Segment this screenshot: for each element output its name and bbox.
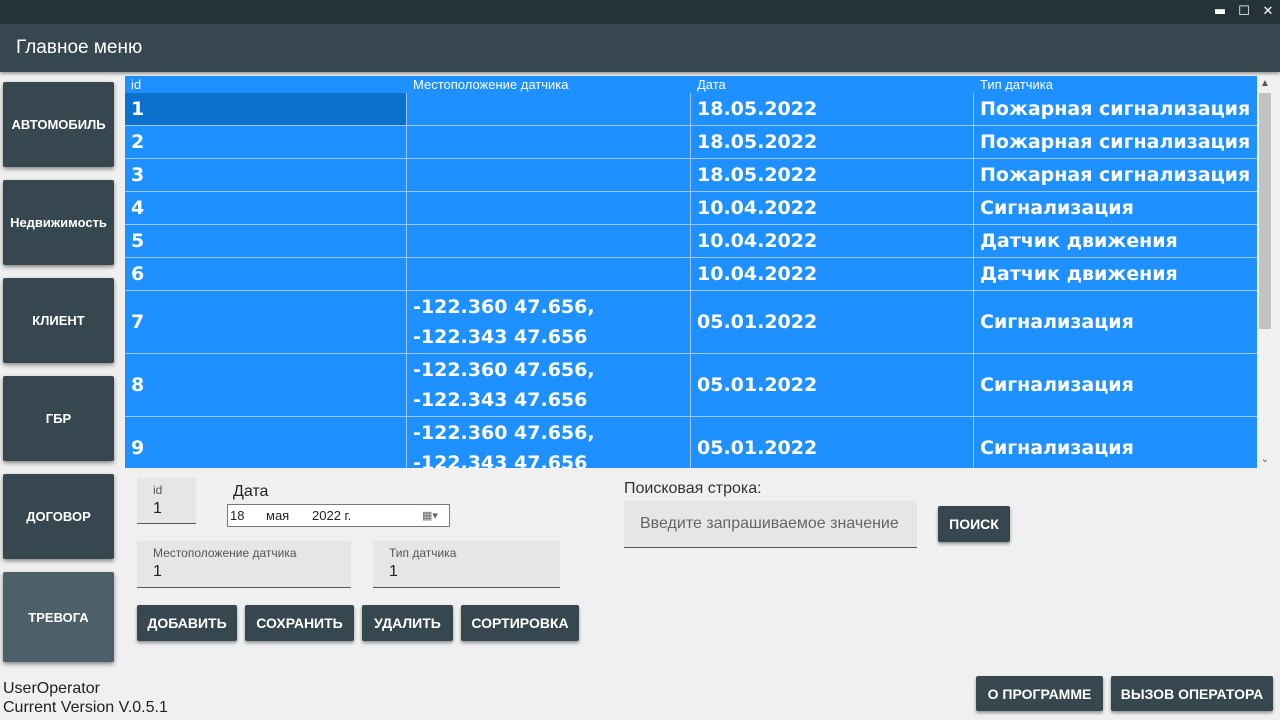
location-field-label: Местоположение датчика [153, 546, 297, 560]
cell-location[interactable]: -122.360 47.656, -122.343 47.656 [407, 291, 691, 353]
calendar-dropdown-icon[interactable]: ▦▾ [422, 510, 442, 523]
cell-type[interactable]: Сигнализация [974, 354, 1257, 416]
cell-id[interactable]: 3 [125, 159, 407, 191]
table-row[interactable]: 2 18.05.2022 Пожарная сигнализация [125, 126, 1257, 159]
table-row[interactable]: 4 10.04.2022 Сигнализация [125, 192, 1257, 225]
column-header-location[interactable]: Местоположение датчика [413, 77, 568, 92]
save-button[interactable]: СОХРАНИТЬ [245, 605, 354, 641]
delete-button[interactable]: УДАЛИТЬ [362, 605, 453, 641]
cell-type[interactable]: Датчик движения [974, 258, 1257, 290]
page-title: Главное меню [16, 37, 143, 58]
column-header-id[interactable]: id [131, 77, 141, 92]
cell-id[interactable]: 2 [125, 126, 407, 158]
cell-type[interactable]: Пожарная сигнализация [974, 159, 1257, 191]
id-field-value[interactable]: 1 [153, 500, 162, 518]
id-field-label: id [153, 483, 163, 497]
version-label: Current Version V.0.5.1 [3, 699, 168, 716]
scroll-down-icon[interactable]: ⌄ [1257, 452, 1273, 468]
scrollbar-thumb[interactable] [1259, 93, 1271, 329]
minimize-icon[interactable]: ▬ [1209, 2, 1231, 22]
add-button[interactable]: ДОБАВИТЬ [137, 605, 237, 641]
sidebar-item-car[interactable]: АВТОМОБИЛЬ [3, 82, 114, 167]
table-row[interactable]: 6 10.04.2022 Датчик движения [125, 258, 1257, 291]
sidebar-item-contract[interactable]: ДОГОВОР [3, 474, 114, 559]
app-bar: Главное меню [0, 24, 1280, 72]
data-grid: id Местоположение датчика Дата Тип датчи… [125, 76, 1257, 468]
cell-id[interactable]: 9 [125, 417, 407, 468]
cell-location[interactable] [407, 159, 691, 191]
cell-location[interactable]: -122.360 47.656, -122.343 47.656 [407, 417, 691, 468]
scroll-up-icon[interactable]: ▲ [1257, 76, 1273, 92]
cell-date[interactable]: 10.04.2022 [691, 225, 974, 257]
sensor-type-field[interactable]: Тип датчика 1 [373, 541, 560, 588]
close-icon[interactable]: ✕ [1257, 2, 1279, 22]
cell-id[interactable]: 4 [125, 192, 407, 224]
maximize-icon[interactable]: ☐ [1233, 2, 1255, 22]
location-field-value[interactable]: 1 [153, 563, 162, 581]
id-field[interactable]: id 1 [137, 478, 196, 524]
sidebar-item-gbr[interactable]: ГБР [3, 376, 114, 461]
location-field[interactable]: Местоположение датчика 1 [137, 541, 351, 588]
sensor-type-field-value[interactable]: 1 [389, 563, 398, 581]
date-picker[interactable]: 18 мая 2022 г. ▦▾ [227, 504, 450, 527]
cell-id[interactable]: 7 [125, 291, 407, 353]
date-label: Дата [233, 483, 269, 500]
cell-type[interactable]: Пожарная сигнализация [974, 126, 1257, 158]
sort-button[interactable]: СОРТИРОВКА [461, 605, 579, 641]
window-titlebar: ▬ ☐ ✕ [0, 0, 1280, 24]
table-row[interactable]: 8 -122.360 47.656, -122.343 47.656 05.01… [125, 354, 1257, 417]
cell-type[interactable]: Пожарная сигнализация [974, 93, 1257, 125]
date-day[interactable]: 18 [230, 508, 244, 523]
cell-location[interactable] [407, 93, 691, 125]
search-label: Поисковая строка: [624, 480, 762, 497]
cell-location[interactable] [407, 192, 691, 224]
cell-location[interactable] [407, 258, 691, 290]
table-row[interactable]: 9 -122.360 47.656, -122.343 47.656 05.01… [125, 417, 1257, 468]
cell-date[interactable]: 05.01.2022 [691, 417, 974, 468]
cell-date[interactable]: 18.05.2022 [691, 126, 974, 158]
sidebar-item-alarm[interactable]: ТРЕВОГА [3, 572, 114, 662]
cell-date[interactable]: 05.01.2022 [691, 291, 974, 353]
sidebar-item-client[interactable]: КЛИЕНТ [3, 278, 114, 363]
cell-type[interactable]: Датчик движения [974, 225, 1257, 257]
cell-date[interactable]: 10.04.2022 [691, 192, 974, 224]
search-input[interactable] [624, 501, 917, 548]
cell-type[interactable]: Сигнализация [974, 291, 1257, 353]
grid-scrollbar[interactable]: ▲ ⌄ [1257, 76, 1273, 468]
user-name: UserOperator [3, 680, 100, 697]
column-header-date[interactable]: Дата [697, 77, 726, 92]
cell-id[interactable]: 6 [125, 258, 407, 290]
cell-id[interactable]: 1 [125, 93, 407, 125]
date-month[interactable]: мая [266, 508, 289, 523]
sensor-type-field-label: Тип датчика [389, 546, 457, 560]
cell-location[interactable] [407, 126, 691, 158]
table-row[interactable]: 1 18.05.2022 Пожарная сигнализация [125, 93, 1257, 126]
cell-location[interactable]: -122.360 47.656, -122.343 47.656 [407, 354, 691, 416]
cell-date[interactable]: 05.01.2022 [691, 354, 974, 416]
date-year[interactable]: 2022 г. [312, 508, 351, 523]
cell-id[interactable]: 8 [125, 354, 407, 416]
sidebar-item-real-estate[interactable]: Недвижимость [3, 180, 114, 265]
table-row[interactable]: 7 -122.360 47.656, -122.343 47.656 05.01… [125, 291, 1257, 354]
table-row[interactable]: 5 10.04.2022 Датчик движения [125, 225, 1257, 258]
cell-location[interactable] [407, 225, 691, 257]
cell-date[interactable]: 18.05.2022 [691, 159, 974, 191]
column-header-type[interactable]: Тип датчика [980, 77, 1053, 92]
grid-body: 1 18.05.2022 Пожарная сигнализация 2 18.… [125, 93, 1257, 468]
cell-date[interactable]: 10.04.2022 [691, 258, 974, 290]
cell-date[interactable]: 18.05.2022 [691, 93, 974, 125]
call-operator-button[interactable]: ВЫЗОВ ОПЕРАТОРА [1111, 676, 1273, 711]
cell-type[interactable]: Сигнализация [974, 417, 1257, 468]
cell-id[interactable]: 5 [125, 225, 407, 257]
table-row[interactable]: 3 18.05.2022 Пожарная сигнализация [125, 159, 1257, 192]
about-button[interactable]: О ПРОГРАММЕ [976, 676, 1103, 711]
grid-header: id Местоположение датчика Дата Тип датчи… [125, 76, 1257, 93]
cell-type[interactable]: Сигнализация [974, 192, 1257, 224]
search-button[interactable]: ПОИСК [938, 506, 1010, 542]
